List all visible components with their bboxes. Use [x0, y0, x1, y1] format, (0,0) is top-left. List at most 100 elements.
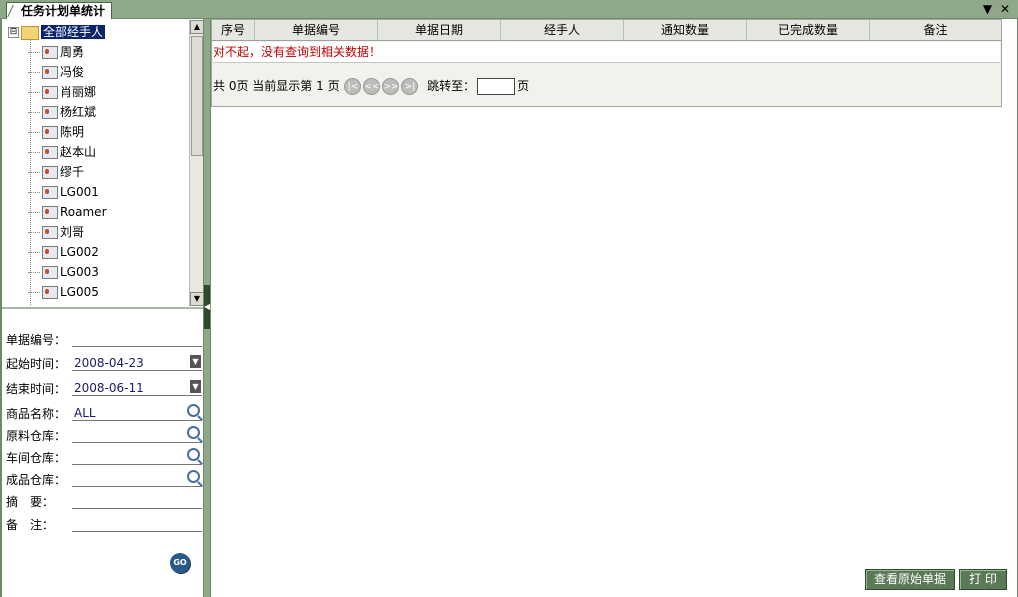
tree-item-label[interactable]: LG005	[60, 285, 99, 299]
tree-item[interactable]: 赵本山	[28, 143, 96, 161]
workshop-warehouse-input[interactable]	[72, 446, 202, 465]
finished-warehouse-input[interactable]	[72, 468, 202, 487]
user-card-icon	[42, 186, 58, 199]
column-header-remark[interactable]: 备注	[870, 20, 1001, 40]
user-card-icon	[42, 166, 58, 179]
tree-item[interactable]: Roamer	[28, 203, 107, 221]
user-card-icon	[42, 246, 58, 259]
scroll-up-icon[interactable]: ▲	[190, 20, 204, 34]
close-icon[interactable]: ✕	[1000, 2, 1010, 16]
product-label: 商品名称：	[6, 407, 67, 421]
finished-warehouse-label: 成品仓库：	[6, 473, 67, 487]
column-header-doc-date[interactable]: 单据日期	[378, 20, 501, 40]
next-page-icon[interactable]: >>	[382, 78, 400, 95]
search-icon[interactable]	[187, 404, 200, 417]
end-date-label: 结束时间：	[6, 382, 67, 396]
search-icon[interactable]	[187, 448, 200, 461]
window-titlebar: 任务计划单统计 ▼ ✕	[0, 0, 1018, 19]
user-card-icon	[42, 146, 58, 159]
end-date-row: 结束时间： 2008-06-11 ▼	[6, 377, 202, 397]
jump-suffix: 页	[517, 79, 530, 93]
remark-input[interactable]	[72, 513, 202, 532]
scroll-thumb[interactable]	[191, 36, 203, 156]
column-header-handler[interactable]: 经手人	[501, 20, 624, 40]
finished-warehouse-row: 成品仓库：	[6, 468, 202, 488]
panel-divider	[2, 307, 205, 309]
collapse-icon[interactable]: ⊟	[8, 27, 19, 38]
raw-warehouse-input[interactable]	[72, 424, 202, 443]
tree-root-node[interactable]: ⊟ 全部经手人	[8, 23, 106, 41]
first-page-icon[interactable]: |<	[344, 78, 362, 95]
tree-scrollbar[interactable]: ▲ ▼	[189, 20, 204, 306]
tree-item-label[interactable]: 陈明	[60, 125, 84, 139]
tree-item-label[interactable]: 冯俊	[60, 65, 84, 79]
tree-item-label[interactable]: LG003	[60, 265, 99, 279]
tree-item[interactable]: 肖丽娜	[28, 83, 96, 101]
start-date-input[interactable]: 2008-04-23 ▼	[72, 352, 202, 371]
handler-tree: ⊟ 全部经手人 周勇 冯俊 肖丽娜 杨红斌 陈明 赵本山 缪千 LG001 Roa…	[4, 19, 189, 307]
tree-item[interactable]: LG001	[28, 183, 99, 201]
user-card-icon	[42, 66, 58, 79]
user-card-icon	[42, 206, 58, 219]
tree-item-label[interactable]: 刘哥	[60, 225, 84, 239]
scroll-down-icon[interactable]: ▼	[190, 292, 204, 306]
workshop-warehouse-label: 车间仓库：	[6, 451, 67, 465]
menu-down-icon[interactable]: ▼	[983, 2, 992, 16]
end-date-input[interactable]: 2008-06-11 ▼	[72, 377, 202, 396]
collapse-left-icon[interactable]: ◀	[204, 285, 210, 329]
window-tab[interactable]: 任务计划单统计	[6, 2, 113, 19]
tree-item-label[interactable]: 周勇	[60, 45, 84, 59]
user-card-icon	[42, 286, 58, 299]
user-card-icon	[42, 226, 58, 239]
column-header-done-qty[interactable]: 已完成数量	[747, 20, 870, 40]
last-page-icon[interactable]: >|	[401, 78, 419, 95]
tree-root-label[interactable]: 全部经手人	[41, 25, 106, 39]
left-panel: ⊟ 全部经手人 周勇 冯俊 肖丽娜 杨红斌 陈明 赵本山 缪千 LG001 Roa…	[0, 19, 205, 597]
grid-header: 序号 单据编号 单据日期 经手人 通知数量 已完成数量 备注	[212, 20, 1001, 41]
tree-item[interactable]: 刘哥	[28, 223, 84, 241]
product-input[interactable]: ALL	[72, 402, 202, 421]
tree-item-label[interactable]: 肖丽娜	[60, 85, 96, 99]
start-date-row: 起始时间： 2008-04-23 ▼	[6, 352, 202, 372]
tree-item-label[interactable]: LG001	[60, 185, 99, 199]
pager-suffix: 页	[327, 79, 340, 93]
doc-no-row: 单据编号：	[6, 328, 202, 348]
tree-item[interactable]: 陈明	[28, 123, 84, 141]
tree-item[interactable]: LG003	[28, 263, 99, 281]
print-button[interactable]: 打 印	[959, 569, 1007, 590]
tree-item[interactable]: 冯俊	[28, 63, 84, 81]
tree-item-label[interactable]: 杨红斌	[60, 105, 96, 119]
tree-item[interactable]: 缪千	[28, 163, 84, 181]
view-original-button[interactable]: 查看原始单据	[865, 569, 955, 590]
user-card-icon	[42, 46, 58, 59]
tree-item[interactable]: 周勇	[28, 43, 84, 61]
column-header-seq[interactable]: 序号	[212, 20, 255, 40]
search-icon[interactable]	[187, 426, 200, 439]
prev-page-icon[interactable]: <<	[363, 78, 381, 95]
pager-total-prefix: 共	[213, 79, 226, 93]
panel-splitter[interactable]: ◀	[203, 19, 211, 597]
pager: 共 0页 当前显示第 1 页 |< << >> >| 跳转至：页	[213, 74, 529, 98]
tree-item[interactable]: LG002	[28, 243, 99, 261]
search-icon[interactable]	[187, 470, 200, 483]
tree-item-label[interactable]: Roamer	[60, 205, 107, 219]
column-header-notice-qty[interactable]: 通知数量	[624, 20, 747, 40]
go-button[interactable]: GO	[170, 553, 190, 573]
jump-page-input[interactable]	[477, 78, 516, 95]
user-card-icon	[42, 126, 58, 139]
tree-item-label[interactable]: 缪千	[60, 165, 84, 179]
product-value: ALL	[74, 406, 96, 420]
tree-item[interactable]: LG005	[28, 283, 99, 301]
column-header-doc-no[interactable]: 单据编号	[255, 20, 378, 40]
start-date-value: 2008-04-23	[74, 356, 144, 370]
user-card-icon	[42, 106, 58, 119]
product-row: 商品名称： ALL	[6, 402, 202, 422]
date-dropdown-icon[interactable]: ▼	[190, 380, 201, 393]
tree-item[interactable]: 杨红斌	[28, 103, 96, 121]
tree-item-label[interactable]: 赵本山	[60, 145, 96, 159]
date-dropdown-icon[interactable]: ▼	[190, 355, 201, 368]
doc-no-input[interactable]	[72, 328, 202, 347]
summary-input[interactable]	[72, 490, 202, 509]
tree-item-label[interactable]: LG002	[60, 245, 99, 259]
remark-row: 备 注：	[6, 513, 202, 533]
